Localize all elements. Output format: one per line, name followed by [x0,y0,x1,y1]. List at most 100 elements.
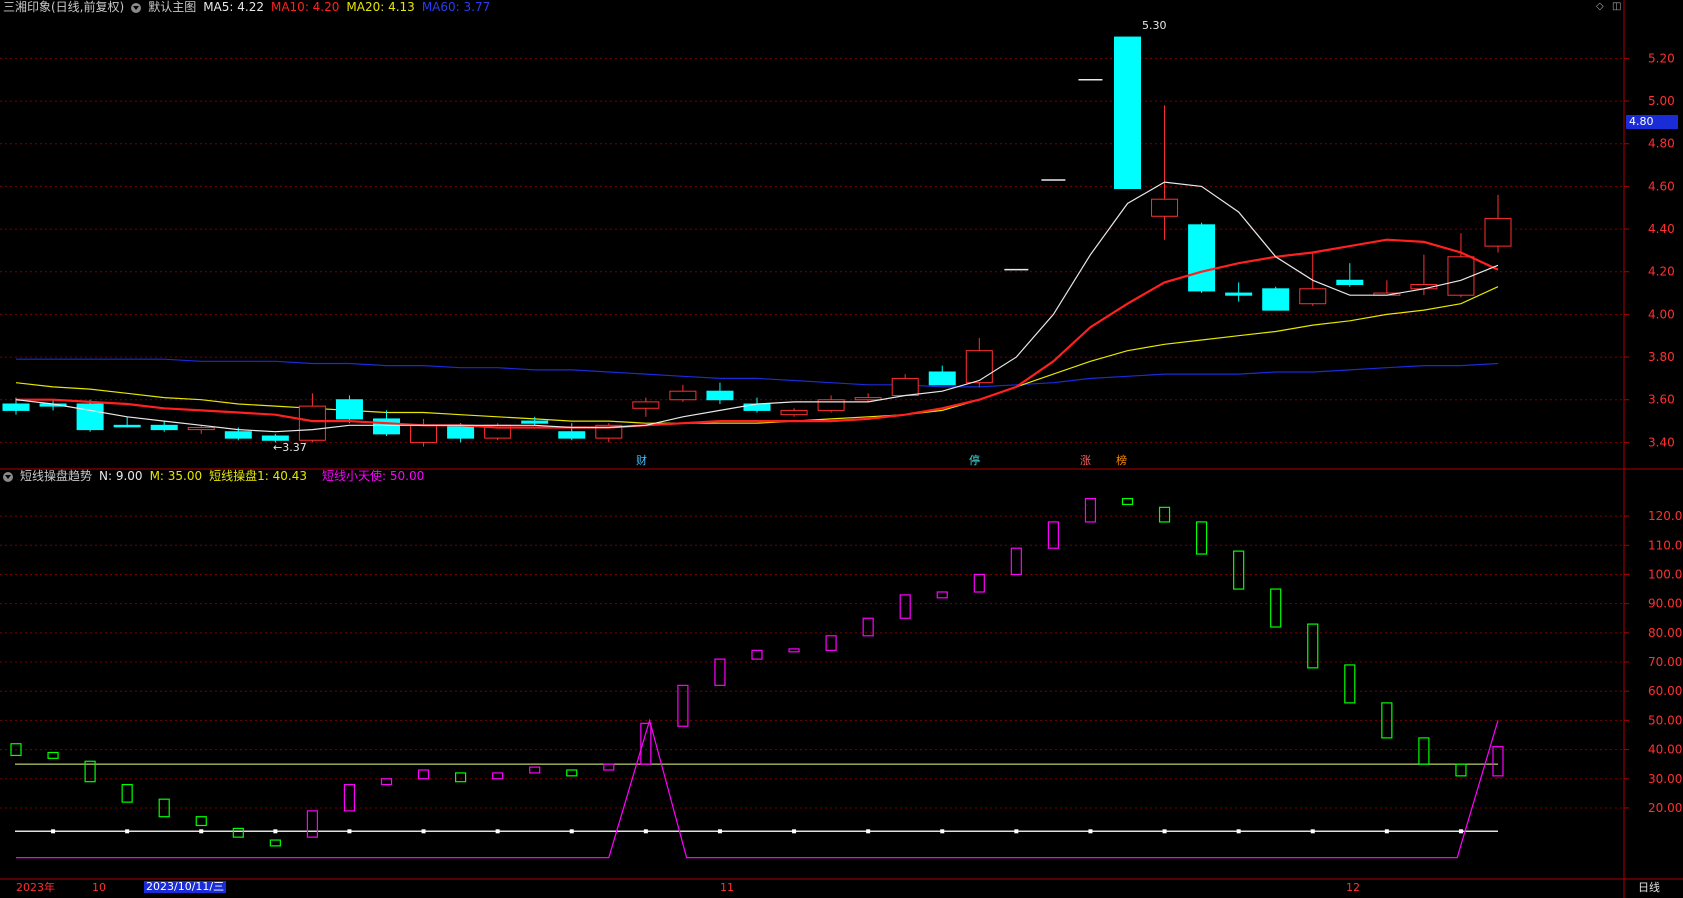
candle-body [632,401,660,409]
baseline-dot [1088,829,1093,834]
candle-body [76,403,104,431]
baseline-dot [273,829,278,834]
baseline-dot [421,829,426,834]
candlestick [335,395,363,424]
indicator-box [1158,506,1171,523]
candle-body [706,390,734,401]
candle-body [743,403,771,411]
period-label[interactable]: 日线 [1638,882,1660,894]
price-tick-label: 4.80 [1648,137,1675,151]
baseline-dot [717,829,722,834]
indicator-tick-label: 90.00 [1648,597,1682,611]
candle-body [1299,288,1327,305]
candlestick [1188,222,1216,294]
indicator-name[interactable]: 短线操盘趋势 [20,469,92,484]
ma60-line [16,358,1499,388]
baseline-dot [347,829,352,834]
trade-line-value: 短线操盘1: 40.43 [209,469,308,483]
candle-body [1151,198,1179,217]
candle-body [558,431,586,439]
candlestick [1262,286,1290,311]
candle-body [669,390,697,401]
price-tick-label: 3.40 [1648,435,1675,449]
indicator-tick-label: 100.00 [1648,567,1683,581]
price-tick-label: 4.40 [1648,222,1675,236]
indicator-box [195,816,207,827]
candle-body [150,424,178,431]
candlestick [632,397,660,417]
candle-body [521,420,549,424]
candle-body [1262,288,1290,311]
baseline-dot [792,829,797,834]
candlestick [817,395,845,413]
indicator-dropdown-icon[interactable] [3,471,13,482]
candlestick [1447,233,1475,298]
indicator-tick-label: 50.00 [1648,713,1682,727]
dropdown-icon[interactable] [131,2,142,13]
indicator-box [1307,623,1319,669]
indicator-box [232,827,244,838]
indicator-box [380,778,393,786]
event-marker-suspend[interactable]: 停 [969,455,980,467]
candle-body [410,424,438,443]
indicator-box [825,635,837,651]
param-m: M: 35.00 [149,469,203,483]
indicator-tick-label: 70.00 [1648,655,1682,669]
price-tick-label: 5.20 [1648,51,1675,65]
candlestick [410,418,438,447]
window-toggle-icon[interactable]: ◫ [1612,2,1622,12]
high-price-label: 5.30 [1142,19,1167,32]
candle-body [928,371,956,386]
event-marker-rank[interactable]: 榜 [1116,455,1127,467]
indicator-tick-label: 110.00 [1648,538,1683,552]
candle-body [335,399,363,420]
indicator-box [1047,521,1060,549]
chart-window[interactable]: 3.40 3.60 3.80 4.00 4.20 4.40 4.60 4.80 5.00 5.20… [0,0,1683,898]
main-chart-header: 三湘印象(日线,前复权) 默认主图 MA5: 4.22 MA10: 4.20 M… [3,0,490,15]
candlestick [76,399,104,432]
indicator-box [1418,737,1430,765]
candle-body [965,350,993,384]
candlestick [1225,282,1253,302]
baseline-dot [51,829,56,834]
event-marker-finance[interactable]: 财 [636,455,647,467]
candlestick [1373,280,1401,296]
indicator-box [343,784,356,812]
candlestick [891,374,919,396]
baseline-dot [940,829,945,834]
price-tick-label: 3.60 [1648,393,1675,407]
main-chart-label[interactable]: 默认主图 [148,0,196,15]
stock-chart-canvas[interactable]: 3.40 3.60 3.80 4.00 4.20 4.40 4.60 4.80 5.00 5.20… [0,0,1683,898]
indicator-box [1010,547,1022,576]
candle-body [2,403,30,411]
indicator-box [1233,550,1245,590]
candlestick [298,393,326,443]
ma60-value: MA60: 3.77 [421,0,491,14]
indicator-tick-label: 60.00 [1648,684,1682,698]
price-tick-label: 5.00 [1648,94,1675,108]
candlestick [669,384,697,402]
price-tick-label: 4.00 [1648,307,1675,321]
indicator-box [1121,497,1134,506]
indicator-tick-label: 30.00 [1648,772,1682,786]
candle-body [113,424,141,428]
candlestick [558,423,586,441]
event-marker-limit-up[interactable]: 涨 [1080,455,1091,467]
indicator-header: 短线操盘趋势 N: 9.00 M: 35.00 短线操盘1: 40.43 短线小… [3,469,424,484]
stock-name[interactable]: 三湘印象(日线,前复权) [3,0,124,15]
candle-body [224,431,252,439]
candle-body [447,424,475,439]
baseline-dot [643,829,648,834]
baseline-dot [1458,829,1463,834]
indicator-box [455,772,467,783]
candle-body [1336,279,1364,286]
indicator-box [306,810,318,838]
candle-body [1484,217,1512,247]
candle-body [891,377,919,396]
indicator-box [566,769,578,777]
indicator-box [1270,588,1282,628]
ma10-value: MA10: 4.20 [270,0,340,14]
diamond-icon[interactable]: ◇ [1596,2,1606,12]
time-label-oct: 10 [92,881,106,894]
candle-body [261,435,289,441]
